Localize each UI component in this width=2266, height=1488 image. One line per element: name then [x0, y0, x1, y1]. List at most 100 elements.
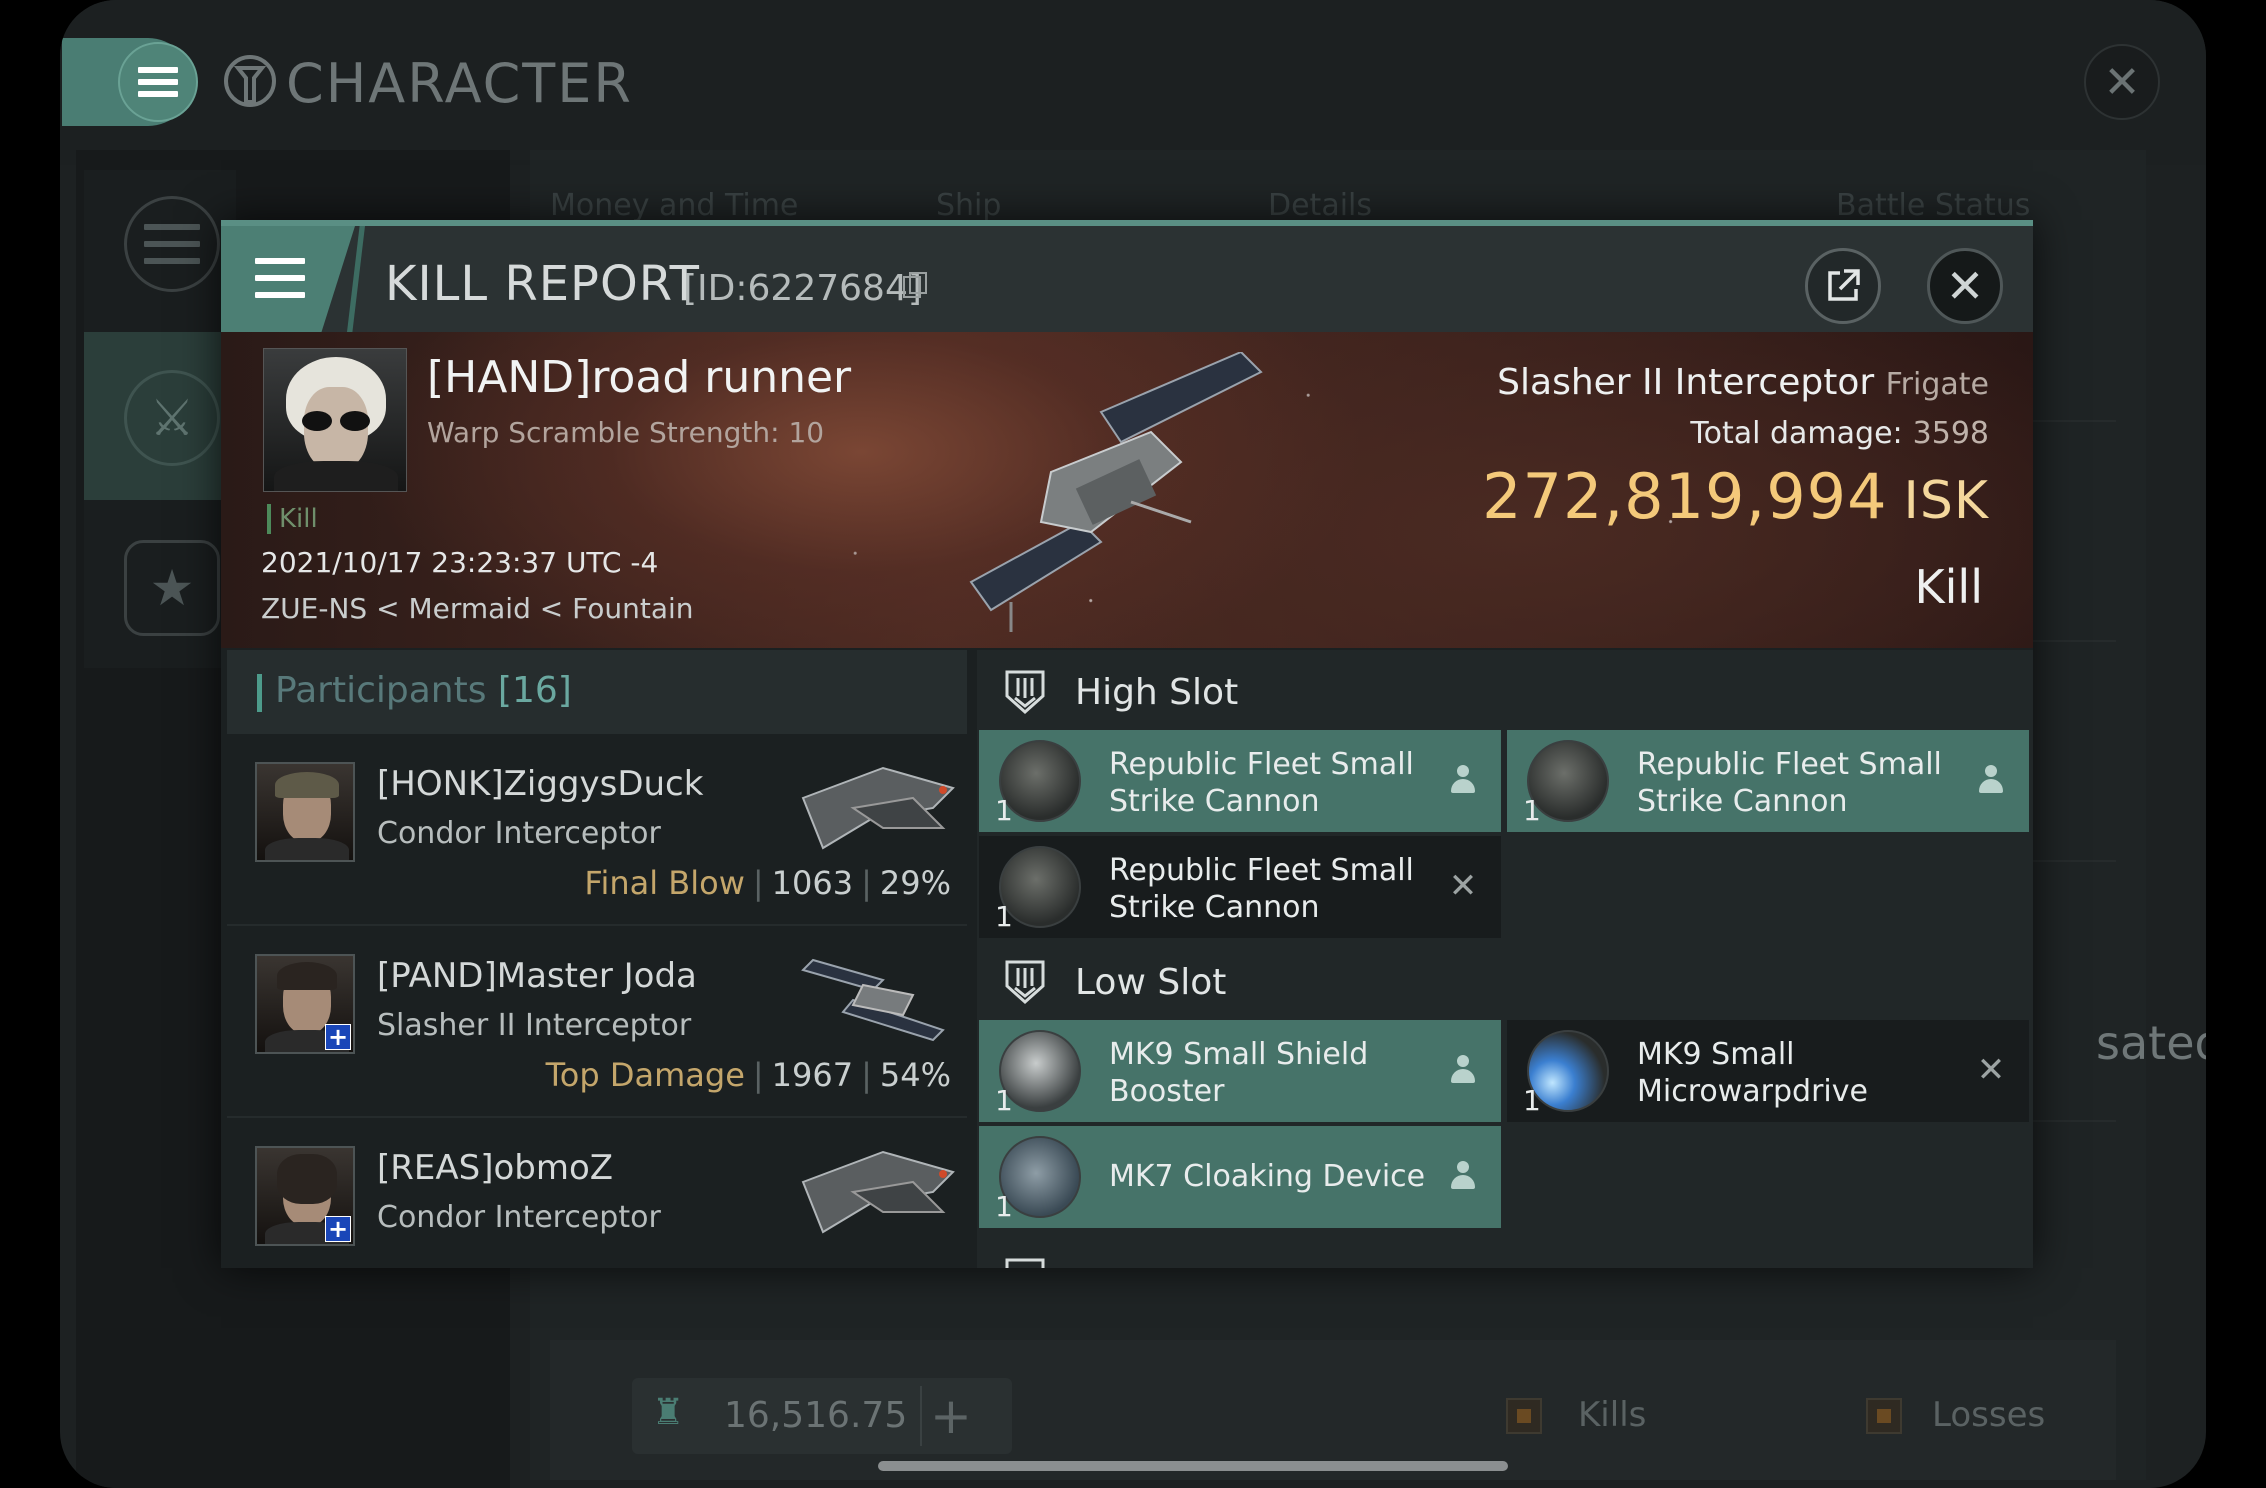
ship-class: Frigate — [1885, 367, 1989, 402]
participant-row[interactable]: [HONK]ZiggysDuck Condor Interceptor Fina… — [227, 734, 967, 926]
participant-percent: 54% — [879, 1056, 951, 1094]
participant-avatar[interactable]: + — [255, 954, 355, 1054]
participant-avatar[interactable]: + — [255, 1146, 355, 1246]
character-icon — [224, 55, 276, 107]
column-header-details: Details — [1268, 188, 1373, 223]
warp-scramble-strength: Warp Scramble Strength: 10 — [427, 416, 825, 449]
module-slot[interactable]: 1 Republic Fleet Small Strike Cannon ✕ — [979, 836, 1501, 938]
close-icon: ✕ — [1448, 866, 1478, 906]
close-icon: ✕ — [2103, 56, 2141, 108]
module-quantity: 1 — [1523, 794, 1541, 827]
participants-header: Participants [16] — [227, 650, 967, 734]
kill-location[interactable]: ZUE-NS < Mermaid < Fountain — [261, 592, 694, 625]
top-damage-label: Top Damage — [545, 1056, 745, 1094]
participant-name: [REAS]obmoZ — [377, 1148, 614, 1188]
kills-legend-label: Kills — [1578, 1395, 1647, 1435]
participant-ship-image — [801, 958, 945, 1042]
module-slot[interactable]: 1 MK9 Small Microwarpdrive ✕ — [1507, 1020, 2029, 1122]
high-slot-title: High Slot — [1075, 672, 1239, 713]
hamburger-icon — [255, 258, 305, 298]
participant-row[interactable]: + [PAND]Master Joda Slasher II Intercept… — [227, 926, 967, 1118]
close-icon: ✕ — [1976, 1050, 2006, 1090]
character-menu-button[interactable] — [118, 42, 198, 122]
participant-damage: 1967 — [771, 1056, 854, 1094]
participant-ship-image — [801, 1150, 955, 1234]
high-slot-icon — [1005, 670, 1045, 715]
isk-value: 272,819,994 ISK — [1482, 460, 1989, 533]
module-slot[interactable]: 1 Republic Fleet Small Strike Cannon — [979, 730, 1501, 832]
column-header-ship: Ship — [936, 188, 1002, 223]
module-quantity: 1 — [995, 1084, 1013, 1117]
module-quantity: 1 — [995, 900, 1013, 933]
total-damage: Total damage: 3598 — [1690, 416, 1989, 451]
participant-ship: Condor Interceptor — [377, 1200, 661, 1235]
mid-slot-icon — [1005, 1258, 1045, 1268]
person-icon — [1443, 1050, 1483, 1090]
total-damage-label: Total damage: — [1690, 416, 1903, 451]
module-name: MK7 Cloaking Device — [1109, 1159, 1426, 1194]
modal-title: KILL REPORT — [385, 256, 700, 312]
participant-stats: Final Blow | 1063 | 29% — [584, 864, 951, 902]
participant-row[interactable]: + [REAS]obmoZ Condor Interceptor — [227, 1118, 967, 1268]
add-isk-button[interactable]: + — [920, 1386, 980, 1446]
participants-count: [16] — [497, 670, 572, 711]
module-name: Republic Fleet Small Strike Cannon — [1109, 853, 1414, 925]
module-name: Republic Fleet Small Strike Cannon — [1109, 747, 1414, 819]
kill-summary: [HAND]road runner Warp Scramble Strength… — [221, 332, 2033, 648]
total-damage-value: 3598 — [1912, 416, 1989, 451]
participants-panel: Participants [16] [HONK]ZiggysDuck Condo… — [227, 650, 967, 1268]
kill-report-id: [ID:6227684] — [683, 268, 922, 309]
participant-percent: 29% — [879, 864, 951, 902]
participants-label: Participants — [275, 670, 487, 711]
low-slot-icon — [1005, 960, 1045, 1005]
low-slot-header: Low Slot — [977, 940, 2033, 1020]
home-indicator[interactable] — [878, 1461, 1508, 1471]
close-icon: ✕ — [1945, 259, 1985, 313]
low-slot-title: Low Slot — [1075, 962, 1227, 1003]
participant-ship: Condor Interceptor — [377, 816, 661, 851]
participant-name: [HONK]ZiggysDuck — [377, 764, 704, 804]
battle-status-text: sated — [2096, 1016, 2206, 1070]
isk-amount: 272,819,994 — [1482, 460, 1888, 533]
module-quantity: 1 — [995, 1190, 1013, 1223]
isk-unit: ISK — [1903, 471, 1989, 531]
participant-avatar[interactable] — [255, 762, 355, 862]
module-slot[interactable]: 1 MK9 Small Shield Booster — [979, 1020, 1501, 1122]
hamburger-icon — [138, 67, 178, 97]
losses-legend-swatch — [1866, 1398, 1902, 1434]
person-icon — [1443, 1156, 1483, 1196]
victim-ship[interactable]: Slasher II Interceptor Frigate — [1497, 362, 1989, 403]
fitting-panel: High Slot 1 Republic Fleet Small Strike … — [977, 650, 2033, 1268]
close-report-button[interactable]: ✕ — [1927, 248, 2003, 324]
participant-name: [PAND]Master Joda — [377, 956, 697, 996]
module-slot[interactable]: 1 Republic Fleet Small Strike Cannon — [1507, 730, 2029, 832]
victim-ship-image — [969, 352, 1263, 632]
column-header-battle-status: Battle Status — [1836, 188, 2031, 223]
participant-ship: Slasher II Interceptor — [377, 1008, 692, 1043]
star-badge-icon: ★ — [124, 540, 220, 636]
module-name: MK9 Small Shield Booster — [1109, 1037, 1369, 1109]
copy-icon[interactable] — [903, 272, 929, 302]
plus-badge-icon: + — [325, 1024, 351, 1050]
victim-portrait[interactable] — [263, 348, 407, 492]
module-quantity: 1 — [1523, 1084, 1541, 1117]
isk-icon: ♜ — [652, 1392, 685, 1433]
module-slot[interactable]: 1 MK7 Cloaking Device — [979, 1126, 1501, 1228]
victim-name[interactable]: [HAND]road runner — [427, 352, 851, 403]
share-button[interactable] — [1805, 248, 1881, 324]
crossed-swords-icon: ⚔ — [124, 370, 220, 466]
losses-legend-label: Losses — [1932, 1395, 2046, 1435]
close-button[interactable]: ✕ — [2084, 44, 2160, 120]
participant-stats: Top Damage | 1967 | 54% — [545, 1056, 951, 1094]
final-blow-label: Final Blow — [584, 864, 745, 902]
external-link-icon — [1828, 269, 1860, 301]
participant-damage: 1063 — [771, 864, 854, 902]
isk-balance: 16,516.75 — [724, 1395, 908, 1436]
kills-legend-swatch — [1506, 1398, 1542, 1434]
person-icon — [1971, 760, 2011, 800]
ship-type: Slasher II Interceptor — [1497, 362, 1875, 403]
mid-slot-header — [977, 1238, 2033, 1268]
module-quantity: 1 — [995, 794, 1013, 827]
kill-tag: Kill — [267, 504, 318, 534]
menu-lines-icon — [124, 196, 220, 292]
